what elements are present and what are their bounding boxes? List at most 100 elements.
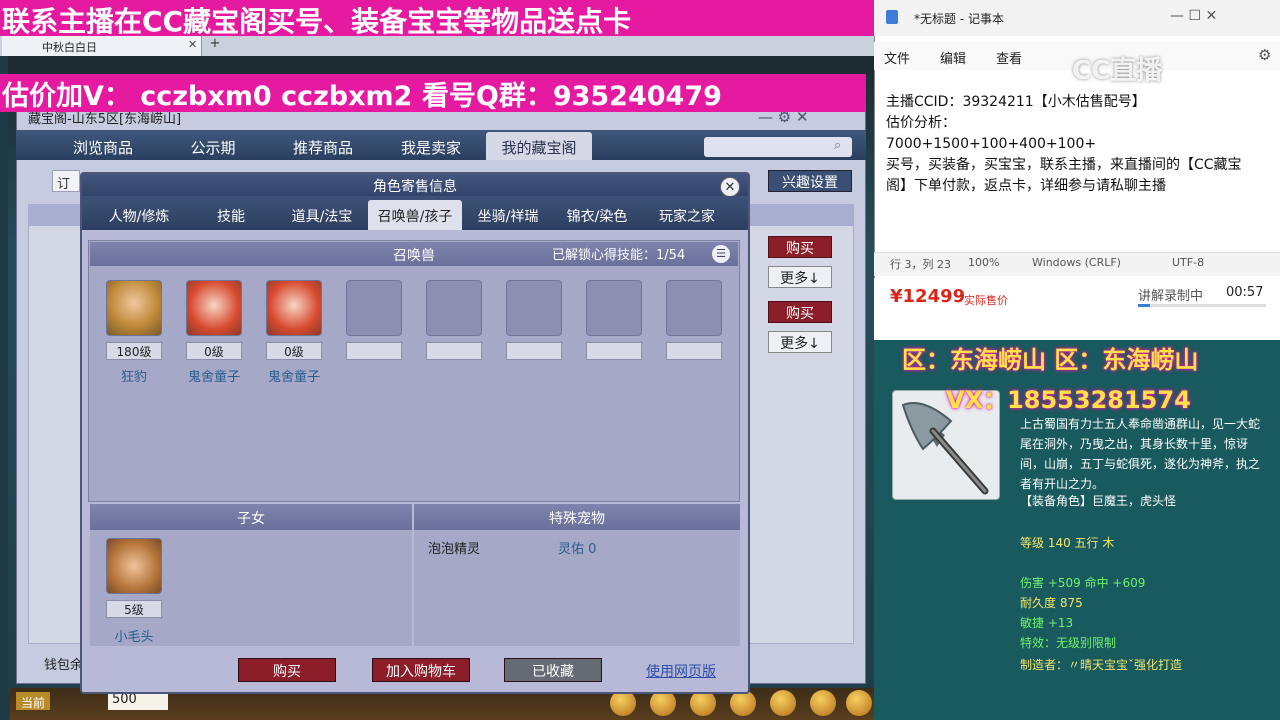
favorited-button[interactable]: 已收藏 <box>504 658 602 682</box>
status-position: 行 3，列 23 <box>890 258 951 271</box>
empty-pet-level <box>346 342 402 360</box>
menu-edit[interactable]: 编辑 <box>940 48 966 67</box>
special-pet-value: 灵佑 0 <box>558 542 597 557</box>
pet-name: 鬼舍童子 <box>267 370 320 385</box>
toolbar-icon[interactable] <box>846 690 872 716</box>
tab-character[interactable]: 人物/修炼 <box>92 200 186 230</box>
tab-skills[interactable]: 技能 <box>186 200 276 230</box>
more-button[interactable]: 更多↓ <box>768 266 832 288</box>
stream-banner-contact: 估价加V： cczbxm0 cczbxm2 看号Q群：935240479 <box>0 74 866 112</box>
recording-progress-fill <box>1138 304 1150 307</box>
server-area-overlay: 区：东海崂山 区：东海崂山 <box>902 346 1199 374</box>
interest-settings-button[interactable]: 兴趣设置 <box>768 170 852 192</box>
contact-overlay: VX：18553281574 <box>946 386 1191 414</box>
filter-select[interactable]: 订 <box>52 170 80 192</box>
close-icon[interactable]: ✕ <box>188 38 200 52</box>
nav-recommend[interactable]: 推荐商品 <box>268 132 378 160</box>
game-tab[interactable]: 中秋白白日 <box>2 36 202 56</box>
nav-my-shop[interactable]: 我的藏宝阁 <box>486 132 592 160</box>
menu-file[interactable]: 文件 <box>884 48 910 67</box>
child-level: 5级 <box>106 600 162 618</box>
status-line-ending: Windows (CRLF) <box>1032 256 1121 269</box>
empty-pet-slot <box>346 280 402 336</box>
tab-outfits[interactable]: 锦衣/染色 <box>554 200 640 230</box>
empty-pet-slot <box>426 280 482 336</box>
empty-pet-level <box>586 342 642 360</box>
text-line: 7000+1500+100+400+100+ <box>886 136 1097 152</box>
nav-seller[interactable]: 我是卖家 <box>376 132 486 160</box>
buy-button[interactable]: 购买 <box>768 301 832 323</box>
empty-pet-slot <box>666 280 722 336</box>
empty-pet-level <box>506 342 562 360</box>
text-line: 主播CCID：39324211【小木估售配号】 <box>886 94 1146 110</box>
item-agility: 敏捷 +13 <box>1020 616 1074 630</box>
notepad-text-area[interactable]: 主播CCID：39324211【小木估售配号】 估价分析： 7000+1500+… <box>886 92 1276 242</box>
item-effect: 特效：无级别限制 <box>1020 636 1117 650</box>
gear-icon[interactable]: ⚙ <box>1258 46 1276 64</box>
special-pet-name: 泡泡精灵 <box>428 542 481 557</box>
pet-level: 0级 <box>266 342 322 360</box>
recording-progress <box>1138 304 1266 307</box>
nav-public[interactable]: 公示期 <box>158 132 268 160</box>
status-zoom: 100% <box>968 256 1000 269</box>
recording-label: 讲解录制中 <box>1138 289 1204 304</box>
empty-pet-slot <box>586 280 642 336</box>
nav-browse[interactable]: 浏览商品 <box>48 132 158 160</box>
item-maker: 制造者：〃晴天宝宝ˇ强化打造 <box>1020 658 1183 672</box>
unlocked-skills-label: 已解锁心得技能： <box>552 248 657 263</box>
item-role: 【装备角色】巨魔王，虎头怪 <box>1020 494 1177 508</box>
search-input[interactable]: ⌕ <box>704 137 852 157</box>
search-icon[interactable]: ⌕ <box>834 138 841 153</box>
empty-pet-level <box>426 342 482 360</box>
special-pet-header: 特殊宠物 <box>414 504 740 530</box>
notepad-title: *无标题 - 记事本 <box>914 12 1004 26</box>
buy-button[interactable]: 购买 <box>238 658 336 682</box>
money-display: 500 <box>108 692 168 710</box>
item-durability: 耐久度 875 <box>1020 596 1083 610</box>
unlocked-skills-value: 1/54 <box>656 248 686 263</box>
price-label: 实际售价 <box>964 294 1008 307</box>
child-avatar[interactable] <box>106 538 162 594</box>
cc-live-logo: CC直播 <box>1072 56 1163 86</box>
pet-avatar[interactable] <box>266 280 322 336</box>
pet-name: 鬼舍童子 <box>187 370 240 385</box>
tab-pets[interactable]: 召唤兽/孩子 <box>368 200 462 230</box>
pet-level: 0级 <box>186 342 242 360</box>
empty-pet-slot <box>506 280 562 336</box>
child-name: 小毛头 <box>114 630 154 645</box>
pet-avatar[interactable] <box>186 280 242 336</box>
add-to-cart-button[interactable]: 加入购物车 <box>372 658 470 682</box>
web-version-link[interactable]: 使用网页版 <box>646 661 736 681</box>
tab-mounts[interactable]: 坐骑/祥瑞 <box>462 200 554 230</box>
pet-avatar[interactable] <box>106 280 162 336</box>
pet-name: 狂豹 <box>120 370 147 385</box>
notepad-icon <box>886 10 898 24</box>
status-encoding: UTF-8 <box>1172 256 1205 269</box>
toolbar-icon[interactable] <box>810 690 836 716</box>
price-value: ¥12499 <box>890 286 966 307</box>
list-icon[interactable]: ☰ <box>712 245 730 263</box>
menu-view[interactable]: 查看 <box>996 48 1022 67</box>
notepad-window-controls[interactable]: — ☐ ✕ <box>1170 8 1280 28</box>
dialog-title: 角色寄售信息 <box>82 174 748 196</box>
pet-level: 180级 <box>106 342 162 360</box>
tab-items[interactable]: 道具/法宝 <box>276 200 368 230</box>
item-attack: 伤害 +509 命中 +609 <box>1020 576 1146 590</box>
stream-banner-top: 联系主播在CC藏宝阁买号、装备宝宝等物品送点卡 <box>0 0 874 36</box>
item-level: 等级 140 五行 木 <box>1020 536 1115 550</box>
toolbar-icon[interactable] <box>770 690 796 716</box>
close-icon[interactable]: ✕ <box>720 177 740 197</box>
text-line: 阁】下单付款，返点卡，详细参与请私聊主播 <box>886 178 1166 194</box>
text-line: 估价分析： <box>886 115 956 131</box>
more-button[interactable]: 更多↓ <box>768 331 832 353</box>
channel-current-button[interactable]: 当前 <box>16 692 50 710</box>
unlocked-skills: 已解锁心得技能：1/54 <box>552 244 712 264</box>
tab-home[interactable]: 玩家之家 <box>640 200 734 230</box>
empty-pet-level <box>666 342 722 360</box>
recording-time: 00:57 <box>1226 285 1264 300</box>
text-line: 买号，买装备，买宝宝，联系主播，来直播间的【CC藏宝 <box>886 157 1242 173</box>
wallet-label: 钱包余 <box>44 658 84 673</box>
children-header: 子女 <box>90 504 412 530</box>
add-tab-icon[interactable]: + <box>206 36 224 56</box>
buy-button[interactable]: 购买 <box>768 236 832 258</box>
